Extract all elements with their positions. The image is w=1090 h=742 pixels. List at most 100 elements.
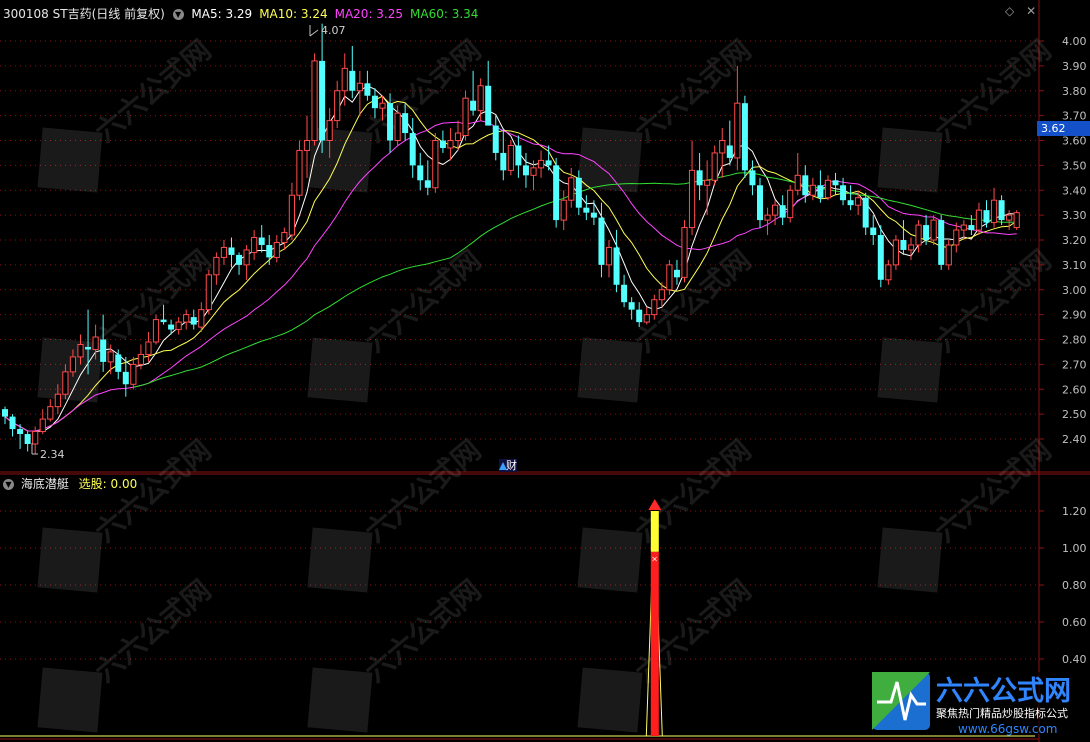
candle[interactable] (953, 222, 960, 253)
candle[interactable] (537, 150, 545, 178)
candle[interactable] (605, 240, 613, 278)
candle[interactable] (832, 172, 839, 196)
candle[interactable] (311, 53, 318, 146)
candle[interactable] (9, 414, 16, 437)
candle[interactable] (666, 259, 673, 295)
candle[interactable] (447, 128, 454, 161)
candle[interactable] (990, 187, 998, 228)
candle[interactable] (598, 202, 605, 278)
candle[interactable] (628, 297, 635, 320)
stock-title[interactable]: 300108 ST吉药(日线 前复权) (3, 7, 165, 21)
candle-body-down (2, 409, 8, 417)
candle[interactable] (251, 230, 258, 260)
candle[interactable] (757, 177, 763, 228)
candle[interactable] (983, 200, 990, 228)
candle[interactable] (462, 90, 469, 141)
candle[interactable] (334, 80, 341, 129)
candle[interactable] (975, 202, 983, 236)
indicator-name[interactable]: 海底潜艇 (21, 477, 69, 491)
candle[interactable] (130, 356, 137, 390)
candle[interactable] (968, 215, 975, 236)
candle[interactable] (417, 152, 424, 191)
candle[interactable] (266, 235, 273, 265)
candle[interactable] (507, 140, 514, 176)
candle[interactable] (228, 237, 235, 268)
candle[interactable] (296, 140, 303, 201)
candle[interactable] (711, 145, 718, 186)
candle[interactable] (998, 195, 1005, 226)
candle[interactable] (945, 240, 952, 270)
candle-body-down (598, 217, 605, 265)
candle[interactable] (477, 78, 484, 121)
candle[interactable] (847, 185, 854, 211)
candle[interactable] (1013, 210, 1020, 231)
candle[interactable] (877, 225, 884, 288)
candle[interactable] (183, 309, 190, 330)
candle[interactable] (923, 215, 930, 245)
candle[interactable] (273, 235, 280, 263)
candle[interactable] (779, 195, 786, 226)
candle[interactable] (704, 160, 711, 216)
candle[interactable] (205, 269, 212, 315)
candle[interactable] (522, 152, 529, 188)
candle[interactable] (862, 192, 869, 236)
candle[interactable] (24, 431, 31, 452)
diamond-icon[interactable]: ◇ (1005, 4, 1014, 18)
candle[interactable] (47, 399, 54, 422)
collapse-toggle-icon[interactable]: ▼ (172, 9, 184, 20)
candle[interactable] (907, 237, 915, 260)
candle[interactable] (930, 215, 937, 245)
candle[interactable] (885, 259, 892, 285)
candle[interactable] (281, 227, 288, 250)
candle[interactable] (470, 70, 477, 116)
candle[interactable] (590, 200, 597, 226)
candle[interactable] (152, 314, 160, 345)
candle[interactable] (432, 133, 439, 193)
candle[interactable] (794, 152, 801, 196)
candle[interactable] (492, 115, 499, 161)
candle[interactable] (892, 235, 899, 270)
candle[interactable] (673, 259, 680, 285)
candle[interactable] (900, 220, 907, 255)
candle[interactable] (553, 157, 560, 228)
candle[interactable] (220, 240, 228, 265)
candle[interactable] (643, 307, 650, 325)
candle[interactable] (190, 309, 197, 330)
candle[interactable] (303, 115, 311, 178)
candle[interactable] (115, 349, 122, 380)
candle[interactable] (485, 60, 492, 126)
candle[interactable] (236, 252, 243, 275)
candle[interactable] (824, 175, 832, 201)
candle[interactable] (734, 65, 741, 171)
candle[interactable] (764, 207, 771, 236)
candle[interactable] (175, 317, 182, 335)
candle[interactable] (681, 220, 688, 283)
candle[interactable] (145, 332, 152, 362)
candle[interactable] (741, 95, 748, 178)
candle[interactable] (258, 225, 265, 253)
candle[interactable] (39, 409, 46, 435)
candle[interactable] (583, 195, 590, 221)
candle[interactable] (364, 70, 371, 101)
candle[interactable] (288, 182, 295, 240)
candle[interactable] (500, 128, 507, 181)
candle-body-up (945, 244, 952, 266)
candle[interactable] (439, 130, 446, 153)
candle[interactable] (621, 274, 628, 308)
candle[interactable] (515, 135, 522, 178)
indicator-toggle-icon[interactable]: ▼ (3, 479, 14, 490)
candle[interactable] (198, 302, 205, 333)
candle[interactable] (213, 252, 220, 285)
candle[interactable] (319, 23, 326, 153)
candle[interactable] (349, 45, 356, 99)
candle[interactable] (938, 215, 945, 270)
candle[interactable] (560, 190, 567, 231)
candle[interactable] (613, 230, 620, 293)
candle[interactable] (688, 140, 696, 236)
candle[interactable] (696, 152, 703, 201)
candle[interactable] (2, 406, 8, 425)
candle[interactable] (243, 244, 250, 280)
close-icon[interactable]: ✕ (1026, 4, 1036, 18)
candle[interactable] (1006, 210, 1013, 231)
candle[interactable] (787, 185, 794, 223)
